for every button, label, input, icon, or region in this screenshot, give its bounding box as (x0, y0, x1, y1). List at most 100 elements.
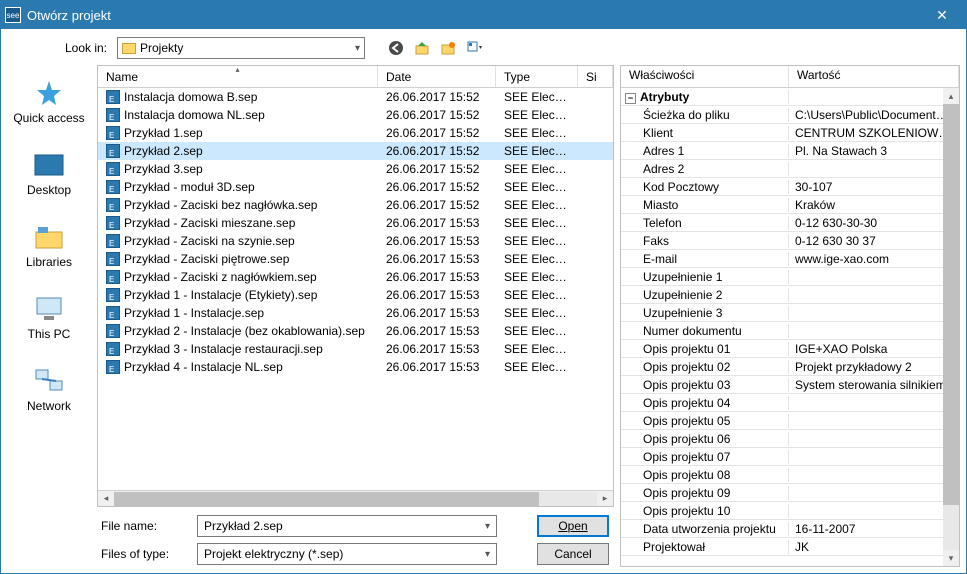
open-button[interactable]: Open (537, 515, 609, 537)
scroll-left-icon[interactable]: ◂ (98, 492, 114, 506)
property-row[interactable]: Opis projektu 04 (621, 394, 959, 412)
file-list-body[interactable]: Instalacja domowa B.sep26.06.2017 15:52S… (98, 88, 613, 490)
file-row[interactable]: Przykład 4 - Instalacje NL.sep26.06.2017… (98, 358, 613, 376)
column-header-type[interactable]: Type (496, 66, 578, 87)
file-name: Przykład - Zaciski piętrowe.sep (124, 252, 289, 266)
place-label: Desktop (27, 183, 71, 197)
file-row[interactable]: Przykład 1.sep 26.06.2017 15:52SEE Electr… (98, 124, 613, 142)
file-row[interactable]: Przykład - Zaciski bez nagłówka.sep26.06… (98, 196, 613, 214)
file-type: SEE Electri... (496, 144, 578, 158)
file-type: SEE Electri... (496, 126, 578, 140)
place-network[interactable]: Network (9, 361, 89, 417)
file-row[interactable]: Przykład 2.sep26.06.2017 15:52SEE Electr… (98, 142, 613, 160)
scroll-down-icon[interactable]: ▾ (943, 550, 959, 566)
column-header-name[interactable]: Name▴ (98, 66, 378, 87)
property-row[interactable]: Opis projektu 09 (621, 484, 959, 502)
file-type: SEE Electri... (496, 90, 578, 104)
property-row[interactable]: Uzupełnienie 2 (621, 286, 959, 304)
file-row[interactable]: Instalacja domowa NL.sep26.06.2017 15:52… (98, 106, 613, 124)
file-name: Przykład 1.sep (124, 126, 203, 140)
property-row[interactable]: Opis projektu 05 (621, 412, 959, 430)
property-row[interactable]: Opis projektu 03System sterowania silnik… (621, 376, 959, 394)
file-row[interactable]: Przykład 2 - Instalacje (bez okablowania… (98, 322, 613, 340)
file-row[interactable]: Przykład 3.sep26.06.2017 15:52SEE Electr… (98, 160, 613, 178)
file-date: 26.06.2017 15:52 (378, 126, 496, 140)
property-value: 16-11-2007 (789, 522, 959, 536)
back-button[interactable] (385, 37, 407, 59)
file-row[interactable]: Przykład 1 - Instalacje (Etykiety).sep26… (98, 286, 613, 304)
property-row[interactable]: Opis projektu 08 (621, 466, 959, 484)
file-row[interactable]: Przykład - Zaciski mieszane.sep26.06.201… (98, 214, 613, 232)
place-desktop[interactable]: Desktop (9, 145, 89, 201)
property-row[interactable]: Adres 1Pl. Na Stawach 3 (621, 142, 959, 160)
file-icon (106, 144, 120, 158)
cancel-button[interactable]: Cancel (537, 543, 609, 565)
place-label: This PC (28, 327, 71, 341)
file-type: SEE Electri... (496, 324, 578, 338)
properties-header-value[interactable]: Wartość (789, 66, 959, 87)
file-row[interactable]: Przykład 1 - Instalacje.sep26.06.2017 15… (98, 304, 613, 322)
property-row[interactable]: Uzupełnienie 3 (621, 304, 959, 322)
property-row[interactable]: ProjektowałJK (621, 538, 959, 556)
property-key: Uzupełnienie 3 (621, 306, 789, 320)
property-row[interactable]: Kod Pocztowy30-107 (621, 178, 959, 196)
new-folder-button[interactable] (437, 37, 459, 59)
place-libraries[interactable]: Libraries (9, 217, 89, 273)
scroll-up-icon[interactable]: ▴ (943, 88, 959, 104)
file-row[interactable]: Przykład - Zaciski piętrowe.sep26.06.201… (98, 250, 613, 268)
lookin-select[interactable]: Projekty ▾ (117, 37, 365, 59)
filetype-select[interactable]: Projekt elektryczny (*.sep) ▾ (197, 543, 497, 565)
property-row[interactable]: Ścieżka do plikuC:\Users\Public\Document… (621, 106, 959, 124)
scroll-right-icon[interactable]: ▸ (597, 492, 613, 506)
file-name: Przykład - Zaciski mieszane.sep (124, 216, 295, 230)
collapse-icon[interactable]: − (625, 93, 636, 104)
property-row[interactable]: Data utworzenia projektu16-11-2007 (621, 520, 959, 538)
app-icon: see (5, 7, 21, 23)
horizontal-scrollbar[interactable]: ◂ ▸ (98, 490, 613, 506)
file-type: SEE Electri... (496, 306, 578, 320)
property-row[interactable]: Miasto Kraków (621, 196, 959, 214)
file-row[interactable]: Przykład 3 - Instalacje restauracji.sep2… (98, 340, 613, 358)
file-row[interactable]: Przykład - moduł 3D.sep26.06.2017 15:52S… (98, 178, 613, 196)
properties-header-key[interactable]: Właściwości (621, 66, 789, 87)
property-row[interactable]: Faks0-12 630 30 37 (621, 232, 959, 250)
property-key: Klient (621, 126, 789, 140)
property-group[interactable]: −Atrybuty (621, 88, 959, 106)
lookin-label: Look in: (55, 41, 107, 55)
property-key: Telefon (621, 216, 789, 230)
property-row[interactable]: Telefon0-12 630-30-30 (621, 214, 959, 232)
property-row[interactable]: Opis projektu 07 (621, 448, 959, 466)
file-type: SEE Electri... (496, 234, 578, 248)
place-quick-access[interactable]: Quick access (9, 73, 89, 129)
up-one-level-button[interactable] (411, 37, 433, 59)
column-header-date[interactable]: Date (378, 66, 496, 87)
file-row[interactable]: Przykład - Zaciski z nagłówkiem.sep26.06… (98, 268, 613, 286)
place-this-pc[interactable]: This PC (9, 289, 89, 345)
file-name: Instalacja domowa NL.sep (124, 108, 265, 122)
file-row[interactable]: Instalacja domowa B.sep26.06.2017 15:52S… (98, 88, 613, 106)
property-key: E-mail (621, 252, 789, 266)
file-row[interactable]: Przykład - Zaciski na szynie.sep26.06.20… (98, 232, 613, 250)
file-icon (106, 252, 120, 266)
close-button[interactable]: ✕ (922, 1, 962, 29)
file-date: 26.06.2017 15:52 (378, 144, 496, 158)
property-key: Opis projektu 03 (621, 378, 789, 392)
column-header-size[interactable]: Si (578, 66, 613, 87)
scroll-track[interactable] (943, 104, 959, 550)
scroll-track[interactable] (114, 492, 597, 506)
filename-input[interactable]: Przykład 2.sep ▾ (197, 515, 497, 537)
property-row[interactable]: Uzupełnienie 1 (621, 268, 959, 286)
property-row[interactable]: Opis projektu 01IGE+XAO Polska (621, 340, 959, 358)
property-row[interactable]: Numer dokumentu (621, 322, 959, 340)
property-row[interactable]: Adres 2 (621, 160, 959, 178)
property-row[interactable]: Opis projektu 10 (621, 502, 959, 520)
property-row[interactable]: Opis projektu 06 (621, 430, 959, 448)
property-row[interactable]: Opis projektu 02Projekt przykładowy 2 (621, 358, 959, 376)
property-row[interactable]: E-mailwww.ige-xao.com (621, 250, 959, 268)
view-menu-button[interactable] (463, 37, 485, 59)
property-row[interactable]: KlientCENTRUM SZKOLENIOWE IG... (621, 124, 959, 142)
scroll-thumb[interactable] (943, 104, 959, 505)
file-list: Name▴ Date Type Si Instalacja domowa B.s… (97, 65, 614, 507)
scroll-thumb[interactable] (114, 492, 539, 506)
vertical-scrollbar[interactable]: ▴ ▾ (943, 88, 959, 566)
